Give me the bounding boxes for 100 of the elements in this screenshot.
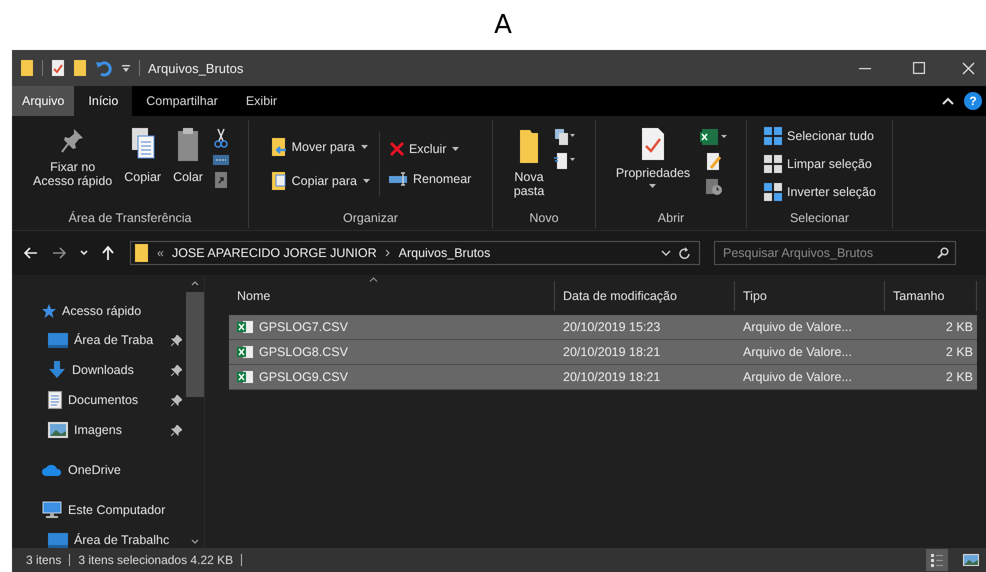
copy-to-button[interactable]: Copiar para [266,169,373,193]
history-icon[interactable] [705,178,724,196]
recent-caret-icon[interactable] [80,250,88,256]
scissors-icon[interactable] [214,128,228,148]
picture-icon [963,554,979,566]
new-item-icon[interactable] [554,128,576,146]
caret-icon [362,179,370,183]
path-overflow[interactable]: « [157,246,164,260]
group-label: Selecionar [790,210,850,227]
figure-label: A [494,10,512,40]
new-folder-icon[interactable] [73,59,87,77]
file-row[interactable]: GPSLOG7.CSV 20/10/2019 15:23 Arquivo de Valore... 2 KB [229,315,977,340]
address-bar[interactable]: « JOSE APARECIDO JORGE JUNIOR Arquivos_Brutos [130,241,700,265]
document-caret-icon[interactable] [554,152,576,170]
column-header[interactable]: Tipo [735,281,885,311]
column-header[interactable]: Data de modificação [555,281,735,311]
properties-button[interactable]: Propriedades [614,124,692,190]
grid-icon [763,126,784,146]
select-button[interactable]: Selecionar tudo [760,124,877,148]
rename-button[interactable]: Renomear [386,169,474,189]
nav-item[interactable]: Imagens [12,415,186,445]
forward-arrow-icon[interactable] [52,247,66,259]
scroll-down-icon[interactable] [191,539,199,544]
table-cell-text: 20/10/2019 18:21 [562,345,662,359]
details-view-button[interactable] [926,549,948,571]
column-header[interactable]: Tamanho [885,281,977,311]
download-icon [48,361,66,379]
nav-item[interactable]: OneDrive [12,455,186,485]
folder-icon[interactable] [20,59,34,77]
spreadsheet-file-icon [237,320,253,334]
desktop-icon [48,532,68,548]
computer-icon [42,501,62,519]
file-row[interactable]: GPSLOG8.CSV 20/10/2019 18:21 Arquivo de Valore... 2 KB [229,340,977,365]
group-label: Abrir [658,210,684,227]
group-label: Área de Transferência [68,210,192,227]
back-arrow-icon[interactable] [24,247,38,259]
file-name: GPSLOG7.CSV [259,320,348,334]
select-button[interactable]: Limpar seleção [760,152,875,176]
search-icon[interactable] [937,247,949,259]
pin-button[interactable]: Fixar no Acesso rápido [31,124,114,191]
edit-icon[interactable] [706,152,722,172]
paste-button[interactable]: Colar [171,124,205,186]
refresh-icon[interactable] [679,246,691,260]
dropdown-caret-icon[interactable] [661,250,671,256]
move-to-button[interactable]: Mover para [266,135,373,159]
cloud-icon [42,464,62,476]
nav-item[interactable]: Acesso rápido [12,297,186,325]
ribbon-tab[interactable]: Exibir [232,86,292,116]
chevron-icon[interactable] [384,249,391,257]
scrollbar-thumb[interactable] [186,292,204,397]
spreadsheet-file-icon [237,345,253,359]
new-folder-button[interactable]: Nova pasta [512,124,546,201]
nav-item[interactable]: Área de Traba [12,325,186,355]
delete-button[interactable]: Excluir [386,139,474,159]
close-icon [962,62,974,74]
nav-item[interactable]: Área de Trabalhc [12,525,186,548]
table-cell-text: 2 KB [944,370,974,384]
nav-item[interactable]: Downloads [12,355,186,385]
nav-item[interactable]: Este Computador [12,495,186,525]
maximize-icon [913,62,925,74]
document-icon [48,391,62,409]
pin-icon[interactable] [171,364,182,376]
pin-icon[interactable] [171,334,182,346]
scroll-up-icon[interactable] [191,281,199,286]
up-arrow-icon[interactable] [102,246,114,260]
undo-icon[interactable] [95,59,113,77]
pictures-icon [48,422,68,438]
caret-icon [360,145,368,149]
copy-path-icon[interactable] [212,154,229,166]
collapse-ribbon-icon[interactable] [942,97,954,105]
table-cell-text: Arquivo de Valore... [742,345,853,359]
pin-icon[interactable] [171,394,182,406]
help-icon[interactable]: ? [964,92,982,110]
path-segment[interactable]: Arquivos_Brutos [398,246,490,260]
pin-icon[interactable] [171,424,182,436]
paste-shortcut-icon[interactable] [214,172,227,188]
ribbon-tab[interactable]: Início [74,86,132,116]
customize-caret-icon[interactable] [121,63,131,73]
search-input[interactable]: Pesquisar Arquivos_Brutos [721,245,937,261]
path-segment[interactable]: JOSE APARECIDO JORGE JUNIOR [172,246,377,260]
search-field[interactable]: Pesquisar Arquivos_Brutos [714,241,956,265]
ribbon-tab[interactable]: Compartilhar [132,86,232,116]
spreadsheet-icon[interactable] [700,128,728,146]
spreadsheet-file-icon [237,370,253,384]
move-folder-icon [270,137,288,157]
table-cell-text: Arquivo de Valore... [742,370,853,384]
star-icon [42,304,56,318]
table-cell-text: 20/10/2019 18:21 [562,370,662,384]
rename-icon [388,171,409,187]
properties-icon[interactable] [51,59,65,77]
caret-icon [452,147,460,151]
file-menu-button[interactable]: Arquivo [12,86,74,116]
copy-button[interactable]: Copiar [122,124,164,186]
grid-icon [763,154,784,174]
window-title: Arquivos_Brutos [148,60,244,76]
column-header[interactable]: Nome [229,281,555,311]
select-button[interactable]: Inverter seleção [760,180,879,204]
file-row[interactable]: GPSLOG9.CSV 20/10/2019 18:21 Arquivo de Valore... 2 KB [229,365,977,390]
selection-info: 3 itens selecionados 4.22 KB [78,553,234,567]
nav-item[interactable]: Documentos [12,385,186,415]
